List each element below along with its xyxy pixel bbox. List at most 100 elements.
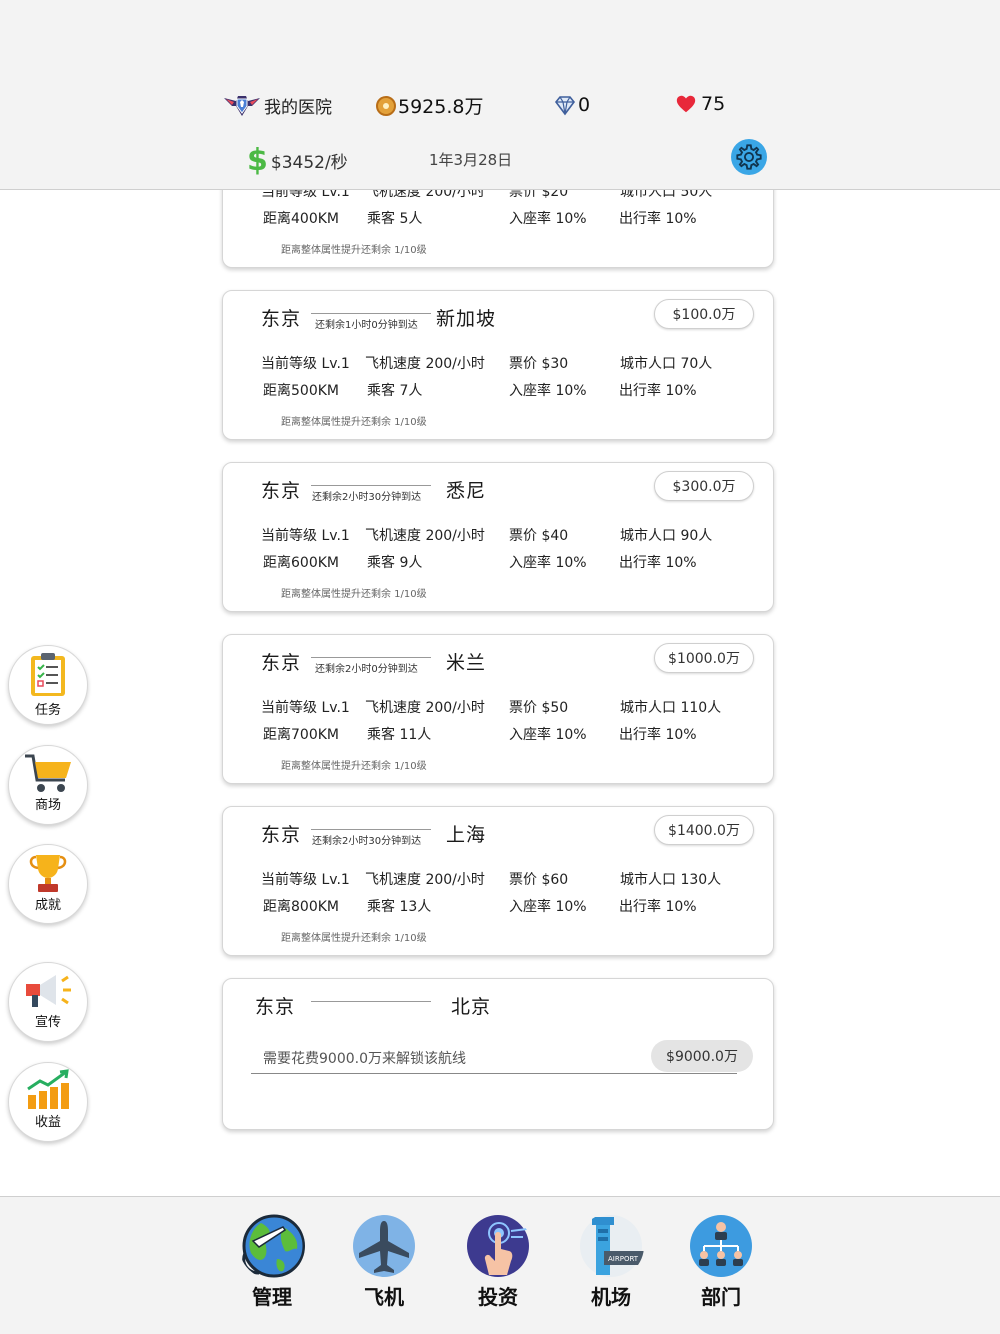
org-chart-icon — [690, 1215, 752, 1277]
route-line — [311, 829, 431, 830]
route-level: 当前等级 Lv.1 — [261, 528, 350, 544]
hospital-label: 我的医院 — [264, 97, 332, 118]
nav-airport-label: 机场 — [591, 1285, 631, 1309]
achievements-button[interactable]: 成就 — [8, 844, 88, 924]
revenue-button[interactable]: 收益 — [8, 1062, 88, 1142]
route-ticket: 票价 $60 — [509, 872, 569, 888]
upgrade-price-button[interactable]: $300.0万 — [654, 471, 754, 501]
megaphone-icon — [26, 975, 71, 1007]
route-eta: 还剩余1小时0分钟到达 — [315, 320, 418, 331]
route-level: 当前等级 Lv.1 — [261, 356, 350, 372]
tasks-button[interactable]: 任务 — [8, 645, 88, 725]
airplane-icon — [353, 1215, 415, 1277]
route-origin: 东京 — [261, 652, 302, 674]
route-speed: 飞机速度 200/小时 — [365, 190, 485, 200]
clipboard-icon — [31, 653, 65, 696]
airport-tower-icon: AIRPORT — [580, 1215, 644, 1277]
nav-investment[interactable]: 投资 — [453, 1213, 543, 1310]
nav-management[interactable]: 管理 — [227, 1213, 317, 1310]
route-occupancy: 入座率 10% — [509, 383, 587, 399]
hospital-link[interactable]: 我的医院 — [222, 92, 332, 118]
shop-label: 商场 — [34, 798, 61, 813]
nav-investment-label: 投资 — [478, 1285, 518, 1309]
top-status-bar: 我的医院 5925.8万 0 75 $ $3452/秒 1年3月28日 — [0, 0, 1000, 190]
route-destination: 上海 — [446, 824, 487, 846]
coin-icon — [376, 95, 396, 116]
nav-departments[interactable]: 部门 — [676, 1213, 766, 1310]
route-distance: 距离700KM — [263, 727, 339, 743]
route-list[interactable]: 当前等级 Lv.1 飞机速度 200/小时 票价 $20 城市人口 50人 距离… — [0, 190, 1000, 1196]
route-population: 城市人口 130人 — [620, 872, 722, 888]
route-card: 东京 还剩余2小时30分钟到达 上海 $1400.0万 当前等级 Lv.1 飞机… — [222, 806, 774, 956]
dollar-icon: $ — [247, 143, 268, 178]
route-eta: 还剩余2小时30分钟到达 — [312, 836, 422, 847]
touch-hand-icon — [467, 1215, 529, 1277]
nav-airplanes[interactable]: 飞机 — [339, 1213, 429, 1310]
route-travel-rate: 出行率 10% — [619, 211, 697, 227]
route-travel-rate: 出行率 10% — [619, 727, 697, 743]
income-rate: $ $3452/秒 — [247, 143, 348, 178]
route-origin: 东京 — [261, 480, 302, 502]
revenue-label: 收益 — [34, 1115, 61, 1130]
route-speed: 飞机速度 200/小时 — [365, 872, 485, 888]
route-population: 城市人口 50人 — [620, 190, 713, 200]
route-destination: 悉尼 — [446, 480, 487, 502]
route-upgrade-note: 距离整体属性提升还剩余 1/10级 — [281, 589, 427, 600]
shopping-cart-icon — [25, 754, 71, 792]
trophy-icon — [29, 855, 67, 892]
coin-balance: 5925.8万 — [376, 92, 483, 119]
svg-text:AIRPORT: AIRPORT — [608, 1255, 639, 1263]
promotion-button[interactable]: 宣传 — [8, 962, 88, 1042]
upgrade-price-button[interactable]: $100.0万 — [654, 299, 754, 329]
route-occupancy: 入座率 10% — [509, 899, 587, 915]
route-speed: 飞机速度 200/小时 — [365, 356, 485, 372]
route-upgrade-note: 距离整体属性提升还剩余 1/10级 — [281, 245, 427, 256]
route-travel-rate: 出行率 10% — [619, 555, 697, 571]
route-origin: 东京 — [261, 824, 302, 846]
route-line — [311, 1001, 431, 1002]
promotion-label: 宣传 — [34, 1015, 61, 1030]
route-level: 当前等级 Lv.1 — [261, 872, 350, 888]
achievements-label: 成就 — [34, 898, 61, 913]
route-origin: 东京 — [255, 996, 296, 1018]
route-destination: 米兰 — [446, 652, 487, 674]
nav-management-label: 管理 — [252, 1285, 292, 1309]
route-passengers: 乘客 11人 — [367, 727, 432, 743]
route-upgrade-note: 距离整体属性提升还剩余 1/10级 — [281, 417, 427, 428]
nav-airport[interactable]: AIRPORT 机场 — [566, 1213, 656, 1310]
coin-value: 5925.8万 — [398, 96, 484, 118]
route-line — [311, 485, 431, 486]
route-level: 当前等级 Lv.1 — [261, 700, 350, 716]
diamond-icon — [554, 96, 576, 116]
unlock-message: 需要花费9000.0万来解锁该航线 — [263, 1051, 466, 1067]
upgrade-price-button[interactable]: $1000.0万 — [654, 643, 754, 673]
route-line — [311, 313, 431, 314]
shield-badge-icon — [224, 96, 260, 116]
route-occupancy: 入座率 10% — [509, 727, 587, 743]
unlock-route-button[interactable]: $9000.0万 — [651, 1040, 753, 1072]
route-eta: 还剩余2小时30分钟到达 — [312, 492, 422, 503]
bottom-nav: 管理 飞机 投资 AIRPORT 机场 部门 — [0, 1196, 1000, 1334]
nav-departments-label: 部门 — [701, 1285, 741, 1309]
upgrade-price-button[interactable]: $1400.0万 — [654, 815, 754, 845]
revenue-chart-icon — [27, 1069, 69, 1109]
route-upgrade-note: 距离整体属性提升还剩余 1/10级 — [281, 933, 427, 944]
settings-button[interactable] — [731, 139, 767, 175]
route-passengers: 乘客 5人 — [367, 211, 423, 227]
route-ticket: 票价 $40 — [509, 528, 569, 544]
route-population: 城市人口 70人 — [620, 356, 713, 372]
diamond-balance: 0 — [553, 93, 590, 117]
shop-button[interactable]: 商场 — [8, 745, 88, 825]
globe-plane-icon — [242, 1214, 305, 1278]
game-date: 1年3月28日 — [429, 151, 513, 169]
route-level: 当前等级 Lv.1 — [261, 190, 350, 200]
nav-airplanes-label: 飞机 — [364, 1285, 404, 1309]
route-travel-rate: 出行率 10% — [619, 899, 697, 915]
heart-icon — [676, 95, 696, 113]
heart-value: 75 — [701, 93, 726, 115]
route-population: 城市人口 90人 — [620, 528, 713, 544]
route-ticket: 票价 $30 — [509, 356, 569, 372]
route-occupancy: 入座率 10% — [509, 555, 587, 571]
route-ticket: 票价 $20 — [509, 190, 569, 200]
route-speed: 飞机速度 200/小时 — [365, 528, 485, 544]
